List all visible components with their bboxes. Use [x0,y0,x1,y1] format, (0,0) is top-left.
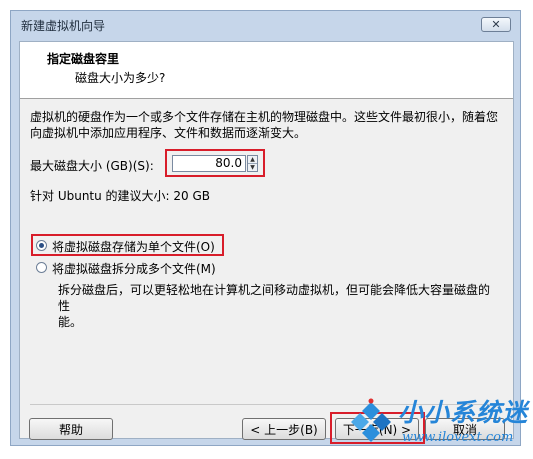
single-file-label[interactable]: 将虚拟磁盘存储为单个文件(O) [52,238,215,255]
description-line-2: 向虚拟机中添加应用程序、文件和数据而逐渐变大。 [30,126,307,140]
wizard-header: 指定磁盘容里 磁盘大小为多少? [20,42,513,99]
split-note: 拆分磁盘后，可以更轻松地在计算机之间移动虚拟机，但可能会降低大容量磁盘的性 能。 [58,282,498,330]
watermark-name: 小小系统迷 [398,398,529,427]
disk-size-highlight: 80.0 ▲ ▼ [165,149,265,177]
disk-size-stepper[interactable]: ▲ ▼ [247,155,258,172]
close-icon: ✕ [491,18,501,31]
split-files-label[interactable]: 将虚拟磁盘拆分成多个文件(M) [52,260,216,277]
split-note-line-2: 能。 [58,315,83,329]
help-button[interactable]: 帮助 [29,418,113,440]
page-subtitle: 磁盘大小为多少? [75,71,166,85]
disk-size-label: 最大磁盘大小 (GB)(S): [30,159,154,173]
disk-size-input[interactable]: 80.0 [172,155,246,172]
description-line-1: 虚拟机的硬盘作为一个或多个文件存储在主机的物理磁盘中。这些文件最初很小，随着您 [30,110,499,124]
wizard-body: 指定磁盘容里 磁盘大小为多少? 虚拟机的硬盘作为一个或多个文件存储在主机的物理磁… [19,41,514,444]
single-file-radio[interactable] [36,240,47,251]
title-bar[interactable]: 新建虚拟机向导 ✕ [11,11,520,37]
close-button[interactable]: ✕ [481,17,511,32]
window-title: 新建虚拟机向导 [21,19,106,33]
recommended-size: 针对 Ubuntu 的建议大小: 20 GB [30,189,211,203]
split-note-line-1: 拆分磁盘后，可以更轻松地在计算机之间移动虚拟机，但可能会降低大容量磁盘的性 [58,283,491,313]
watermark-url: www.ilovext.com [402,430,514,445]
split-files-radio[interactable] [36,262,47,273]
spin-up-icon[interactable]: ▲ [248,156,257,164]
description: 虚拟机的硬盘作为一个或多个文件存储在主机的物理磁盘中。这些文件最初很小，随着您 … [30,109,510,141]
watermark-logo-icon [351,398,391,442]
back-button[interactable]: < 上一步(B) [242,418,326,440]
page-title: 指定磁盘容里 [47,52,120,66]
wizard-window: 新建虚拟机向导 ✕ 指定磁盘容里 磁盘大小为多少? 虚拟机的硬盘作为一个或多个文… [10,10,521,446]
spin-down-icon[interactable]: ▼ [248,164,257,171]
